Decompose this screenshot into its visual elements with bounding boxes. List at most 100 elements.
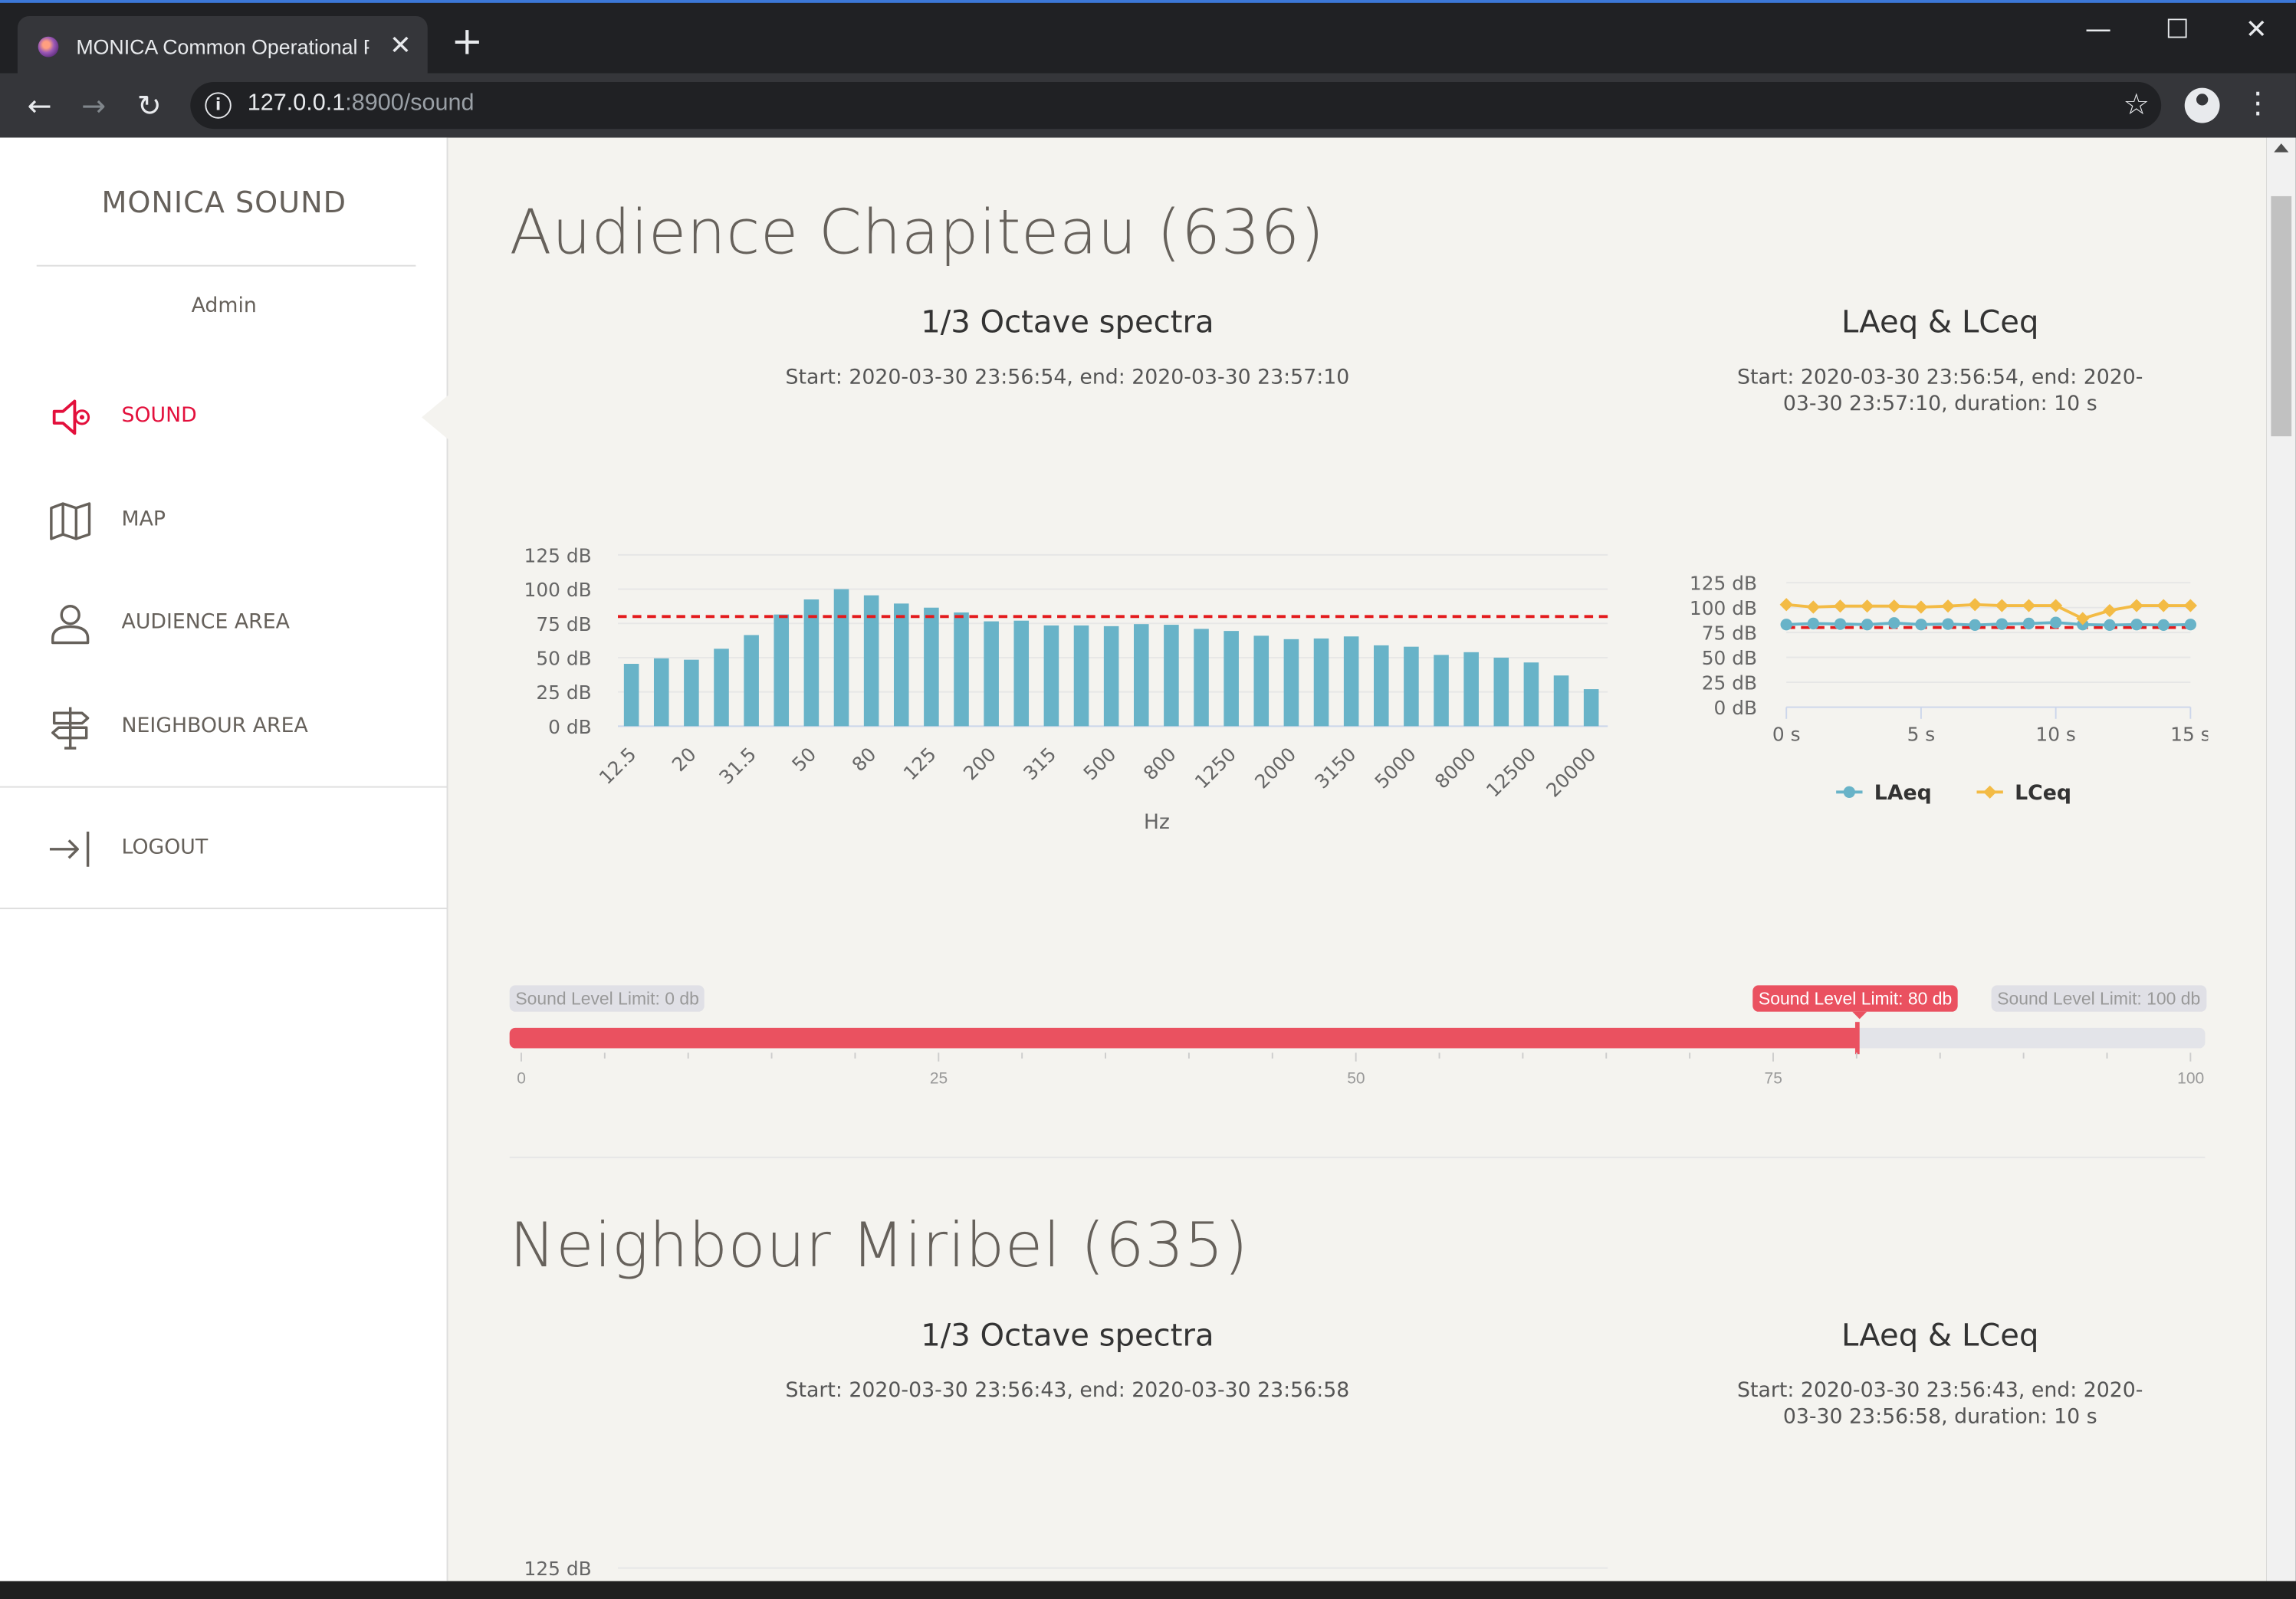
brand-title[interactable]: MONICA SOUND (0, 185, 448, 220)
lceq-point (2022, 599, 2036, 612)
y-tick-label: 50 dB (1702, 647, 1757, 669)
spectrum-bar (1073, 625, 1089, 727)
url-text[interactable]: 127.0.0.1:8900/sound (248, 90, 475, 117)
spectrum-bar (1253, 635, 1270, 727)
sidebar-item-audience-area[interactable]: AUDIENCE AREA (0, 586, 448, 659)
spectrum-bar (744, 635, 759, 727)
bookmark-star-icon[interactable]: ☆ (2124, 87, 2150, 122)
slider-handle[interactable] (1854, 1022, 1860, 1055)
sidebar-item-map[interactable]: MAP (0, 483, 448, 557)
spectrum-bar (984, 621, 999, 727)
x-tick-label: 2000 (1250, 743, 1300, 793)
y-tick-label: 25 dB (1702, 672, 1757, 694)
reload-icon[interactable]: ↻ (132, 88, 167, 123)
x-tick-label: 80 (848, 743, 881, 776)
y-tick-label: 0 dB (548, 716, 591, 738)
back-icon[interactable]: ← (22, 88, 57, 123)
profile-avatar-icon[interactable] (2184, 87, 2220, 123)
laeq-point (1861, 619, 1874, 631)
x-tick-label: 15 s (2170, 723, 2208, 745)
slider-tick-label: 100 (2177, 1070, 2205, 1088)
sidebar-item-sound[interactable]: SOUND (0, 379, 448, 453)
x-tick-label: 8000 (1430, 743, 1480, 793)
spectrum-bar (1103, 625, 1119, 727)
logout-button[interactable]: LOGOUT (0, 811, 448, 885)
x-tick-label: 31.5 (714, 743, 760, 789)
section-title: Audience Chapiteau (636) (509, 195, 1325, 268)
lceq-line (1786, 602, 2191, 620)
spectra-chart-title: 1/3 Octave spectra (921, 1318, 1214, 1353)
minimize-icon[interactable]: — (2061, 8, 2135, 52)
x-tick-label: 3150 (1310, 743, 1360, 793)
lceq-point (1887, 599, 1901, 613)
browser-tab[interactable]: MONICA Common Operational P ✕ (17, 16, 428, 77)
browser-toolbar: ← → ↻ i 127.0.0.1:8900/sound ☆ (0, 73, 2296, 138)
leq-chart-title: LAeq & LCeq (1841, 1318, 2039, 1353)
legend-label: LCeq (2015, 781, 2071, 805)
browser-menu-icon[interactable]: ⋮ (2243, 85, 2272, 120)
close-window-icon[interactable]: ✕ (2220, 8, 2294, 52)
y-tick-label: 75 dB (536, 613, 591, 635)
spectra-chart-subtitle: Start: 2020-03-30 23:56:43, end: 2020-03… (785, 1379, 1350, 1403)
speaker-icon (52, 399, 90, 435)
laeq-lceq-chart (1681, 1429, 2209, 1581)
y-tick-label: 75 dB (1702, 622, 1757, 645)
maximize-icon[interactable]: ☐ (2140, 8, 2214, 52)
spectrum-bar (684, 659, 699, 727)
sidebar: MONICA SOUND Admin SOUND MAP AUDIENCE AR… (0, 137, 448, 1581)
address-bar[interactable]: i 127.0.0.1:8900/sound ☆ (190, 81, 2162, 130)
os-taskbar (0, 1581, 2296, 1599)
laeq-point (2104, 619, 2116, 632)
octave-spectra-chart: 125 dB (524, 1558, 1608, 1580)
page-viewport: MONICA SOUND Admin SOUND MAP AUDIENCE AR… (0, 137, 2267, 1581)
spectra-chart-subtitle: Start: 2020-03-30 23:56:54, end: 2020-03… (785, 366, 1350, 390)
spectrum-bar (1434, 655, 1449, 727)
slider-tick-label: 25 (929, 1070, 948, 1088)
spectrum-bar (1043, 625, 1059, 727)
x-tick-label: 50 (787, 743, 820, 776)
lceq-point (1995, 599, 2009, 612)
lceq-point (1914, 600, 1928, 614)
legend-label: LAeq (1874, 781, 1932, 805)
x-tick-label: 200 (959, 743, 1000, 784)
scrollbar-thumb[interactable] (2271, 195, 2292, 437)
x-tick-label: 500 (1079, 743, 1121, 784)
sidebar-item-label: NEIGHBOUR AREA (121, 714, 308, 738)
y-tick-label: 100 dB (524, 579, 592, 601)
lceq-point (1806, 600, 1820, 614)
x-tick-label: 5 s (1907, 723, 1936, 745)
browser-tab-strip: MONICA Common Operational P ✕ + — ☐ ✕ (0, 0, 2296, 77)
sidebar-item-neighbour-area[interactable]: NEIGHBOUR AREA (0, 690, 448, 763)
sound-level-limit-slider[interactable] (509, 1022, 2206, 1055)
close-tab-icon[interactable]: ✕ (389, 31, 412, 61)
lceq-point (1941, 599, 1955, 613)
spectra-chart-title: 1/3 Octave spectra (921, 304, 1214, 340)
page-scrollbar[interactable] (2266, 137, 2296, 1581)
url-path: :8900/sound (345, 90, 475, 116)
laeq-point (2184, 619, 2196, 631)
slider-tick-label: 0 (517, 1070, 526, 1088)
new-tab-icon[interactable]: + (448, 24, 486, 62)
scroll-up-icon[interactable] (2274, 143, 2289, 153)
lceq-point (2103, 603, 2117, 618)
slider-min-label: Sound Level Limit: 0 db (509, 985, 705, 1012)
y-tick-label: 25 dB (536, 681, 591, 704)
leq-chart-title: LAeq & LCeq (1841, 304, 2039, 340)
forward-icon[interactable]: → (76, 88, 111, 123)
x-tick-label: 12500 (1482, 743, 1540, 801)
monica-favicon-icon (38, 35, 59, 57)
leq-chart-subtitle: Start: 2020-03-30 23:56:43, end: 2020- 0… (1728, 1377, 2153, 1430)
laeq-point (2157, 619, 2170, 632)
spectrum-bar (653, 658, 669, 727)
site-info-icon[interactable]: i (205, 92, 232, 119)
y-tick-label: 125 dB (1690, 573, 1757, 595)
tab-title: MONICA Common Operational P (76, 34, 370, 58)
lceq-point (2049, 599, 2063, 612)
laeq-point (1995, 618, 2008, 630)
spectrum-bar (1373, 645, 1389, 727)
laeq-point (2050, 616, 2062, 629)
laeq-point (1915, 619, 1927, 631)
slider-tick-label: 50 (1347, 1070, 1365, 1088)
x-tick-label: 10 s (2035, 723, 2075, 745)
spectrum-bar (1493, 657, 1509, 727)
